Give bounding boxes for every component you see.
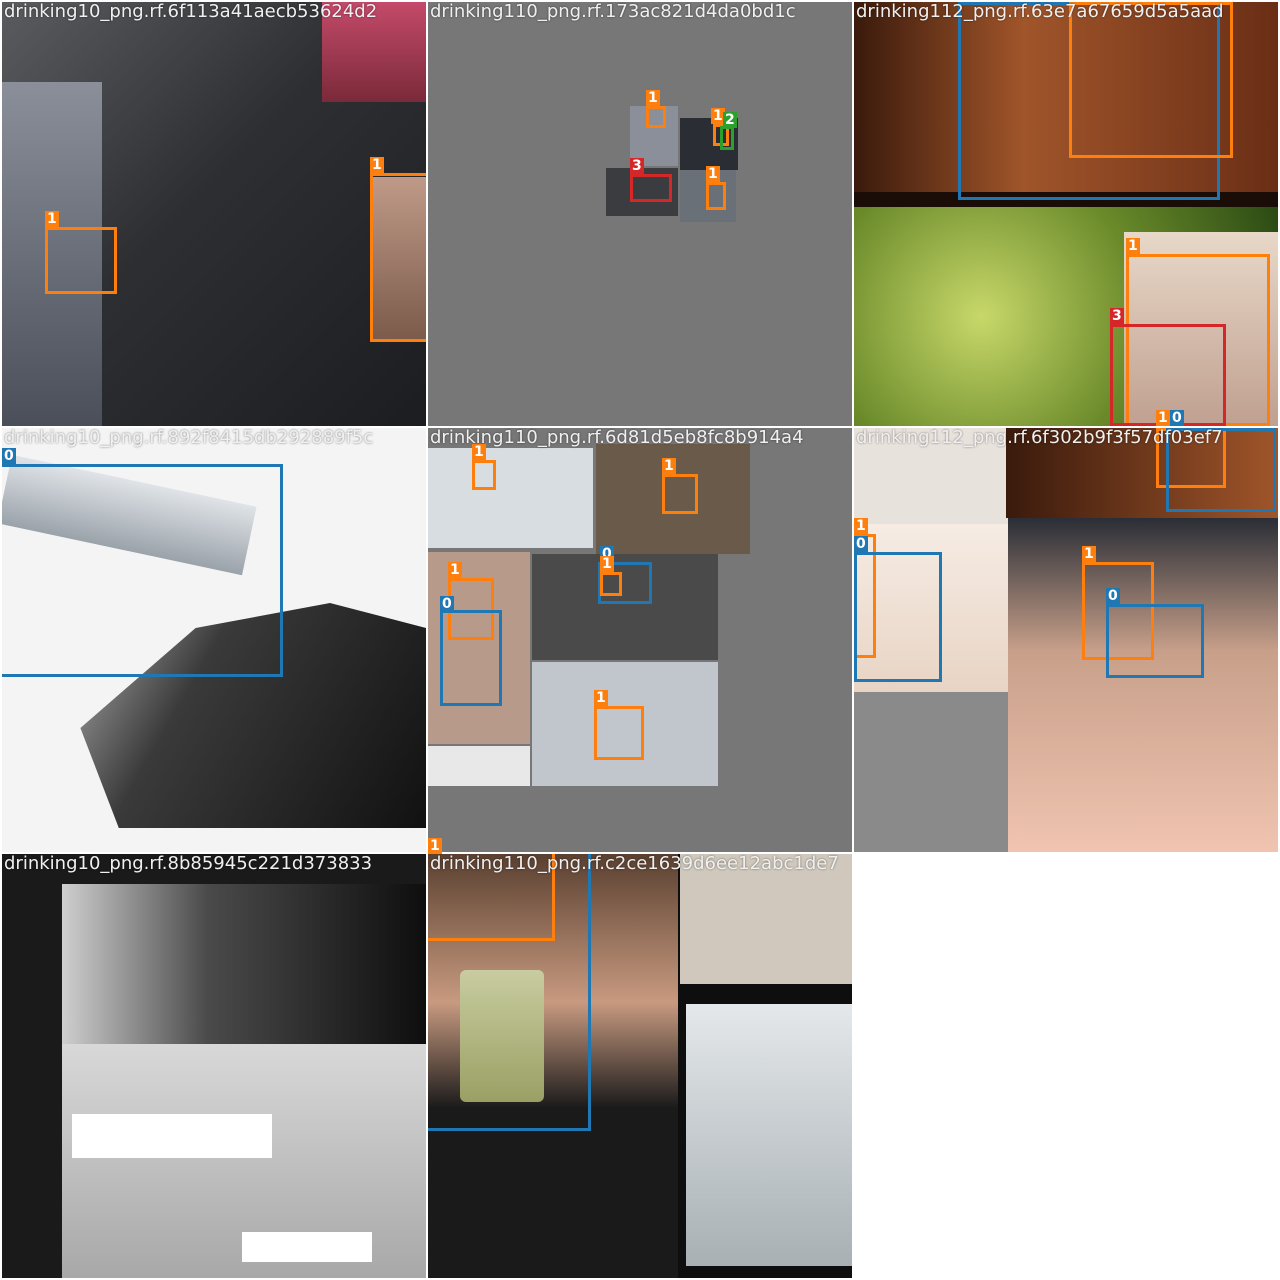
tile-title: drinking112_png.rf.63e7a67659d5a5aad: [856, 2, 1224, 22]
bbox-label: 0: [2, 448, 16, 464]
bbox-label: 1: [646, 90, 660, 106]
tile-title: drinking110_png.rf.173ac821d4da0bd1c: [430, 2, 796, 22]
bbox-label: 1: [45, 211, 59, 227]
photo-thumb: [428, 448, 593, 548]
bbox-label: 1: [1156, 410, 1170, 426]
bbox-label: 0: [1170, 410, 1184, 426]
bbox-label: 2: [723, 112, 737, 128]
bbox-label: 3: [1110, 308, 1124, 324]
bbox-label: 3: [630, 158, 644, 174]
bbox-class-1: [472, 460, 496, 490]
bbox-label: 1: [1082, 546, 1096, 562]
photo-light: [242, 1232, 372, 1262]
bbox-class-1: [594, 706, 644, 760]
mosaic-tile-7: drinking10_png.rf.8b85945c221d373833: [2, 854, 426, 1278]
bbox-class-3: [630, 174, 672, 202]
photo-silhouette: [62, 884, 426, 1044]
bbox-label: 0: [854, 536, 868, 552]
bbox-class-0: [428, 854, 591, 1131]
bbox-label: 1: [1126, 238, 1140, 254]
tile-title: drinking110_png.rf.6d81d5eb8fc8b914a4: [430, 428, 804, 448]
bbox-class-1: [662, 474, 698, 514]
bbox-class-1: [706, 182, 726, 210]
bbox-class-0: [854, 552, 942, 682]
bbox-label: 1: [370, 157, 384, 173]
bbox-class-1: [45, 227, 117, 294]
tile-title: drinking10_png.rf.8b85945c221d373833: [4, 854, 373, 874]
photo-light: [72, 1114, 272, 1158]
bbox-label: 1: [428, 838, 442, 854]
bbox-class-1: [646, 106, 666, 128]
mosaic-tile-3: 1 3 1 0 drinking112_png.rf.63e7a67659d5a…: [854, 2, 1278, 426]
bbox-label: 0: [1106, 588, 1120, 604]
photo-thumb: [686, 1004, 852, 1266]
tile-title: drinking10_png.rf.892f8415db292889f5c: [4, 428, 374, 448]
photo-thumb: [428, 746, 530, 786]
bbox-label: 1: [706, 166, 720, 182]
bbox-class-1: [600, 572, 622, 596]
bbox-class-1: [370, 173, 426, 342]
mosaic-tile-4: 0 drinking10_png.rf.892f8415db292889f5c: [2, 428, 426, 852]
bbox-label: 1: [448, 562, 462, 578]
bbox-label: 1: [662, 458, 676, 474]
tile-title: drinking10_png.rf.6f113a41aecb53624d2: [4, 2, 378, 22]
mosaic-tile-5: 1 1 0 1 1 0 1 drinking110_png.rf.6d81d5e…: [428, 428, 852, 852]
bbox-label: 1: [594, 690, 608, 706]
bbox-class-0: [440, 610, 502, 706]
tile-title: drinking110_png.rf.c2ce1639d6ee12abc1de7: [430, 854, 839, 874]
bbox-label: 1: [600, 556, 614, 572]
bbox-label: 0: [440, 596, 454, 612]
bbox-class-0: [2, 464, 283, 677]
mosaic-tile-6: 1 0 1 0 drinking112_png.rf.6f302b9f3f57d…: [854, 428, 1278, 852]
bbox-class-1: [1069, 2, 1233, 158]
tile-title: drinking112_png.rf.6f302b9f3f57df03ef7: [856, 428, 1223, 448]
mosaic-tile-2: 1 1 2 3 1 drinking110_png.rf.173ac821d4d…: [428, 2, 852, 426]
bbox-class-2: [720, 126, 734, 150]
mosaic-tile-1: 1 1 drinking10_png.rf.6f113a41aecb53624d…: [2, 2, 426, 426]
mosaic-tile-8: drinking110_png.rf.c2ce1639d6ee12abc1de7: [428, 854, 852, 1278]
bbox-label: 1: [854, 518, 868, 534]
bbox-class-0: [1106, 604, 1204, 678]
